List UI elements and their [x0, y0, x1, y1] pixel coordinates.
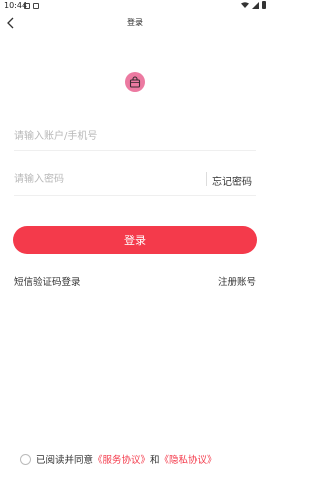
shopping-bag-icon	[129, 76, 141, 88]
status-bar: 10:44	[0, 0, 270, 12]
password-underline	[14, 195, 256, 196]
password-divider	[206, 172, 207, 186]
agreement-row: 已阅读并同意 《服务协议》 和 《隐私协议》	[20, 452, 217, 466]
wifi-icon	[241, 2, 249, 8]
account-field[interactable]	[14, 123, 256, 149]
password-field[interactable]	[14, 166, 204, 192]
forgot-password-link[interactable]: 忘记密码	[212, 173, 252, 188]
gallery-notification-icon	[24, 3, 30, 9]
app-notification-icon	[33, 3, 39, 9]
login-button[interactable]: 登录	[13, 226, 257, 254]
register-link[interactable]: 注册账号	[218, 274, 256, 288]
account-underline	[14, 150, 256, 151]
account-input[interactable]	[14, 123, 256, 149]
sms-login-link[interactable]: 短信验证码登录	[14, 274, 81, 288]
agreement-and: 和	[150, 455, 160, 466]
password-input[interactable]	[14, 166, 204, 192]
agreement-prefix: 已阅读并同意	[36, 455, 94, 466]
privacy-agreement-link[interactable]: 《隐私协议》	[160, 452, 217, 466]
app-logo	[125, 72, 145, 92]
service-agreement-link[interactable]: 《服务协议》	[93, 452, 150, 466]
page-title: 登录	[127, 18, 143, 27]
agreement-checkbox[interactable]	[20, 453, 31, 465]
nav-bar: 登录	[0, 12, 270, 34]
battery-icon	[262, 1, 266, 9]
signal-icon	[252, 1, 259, 9]
